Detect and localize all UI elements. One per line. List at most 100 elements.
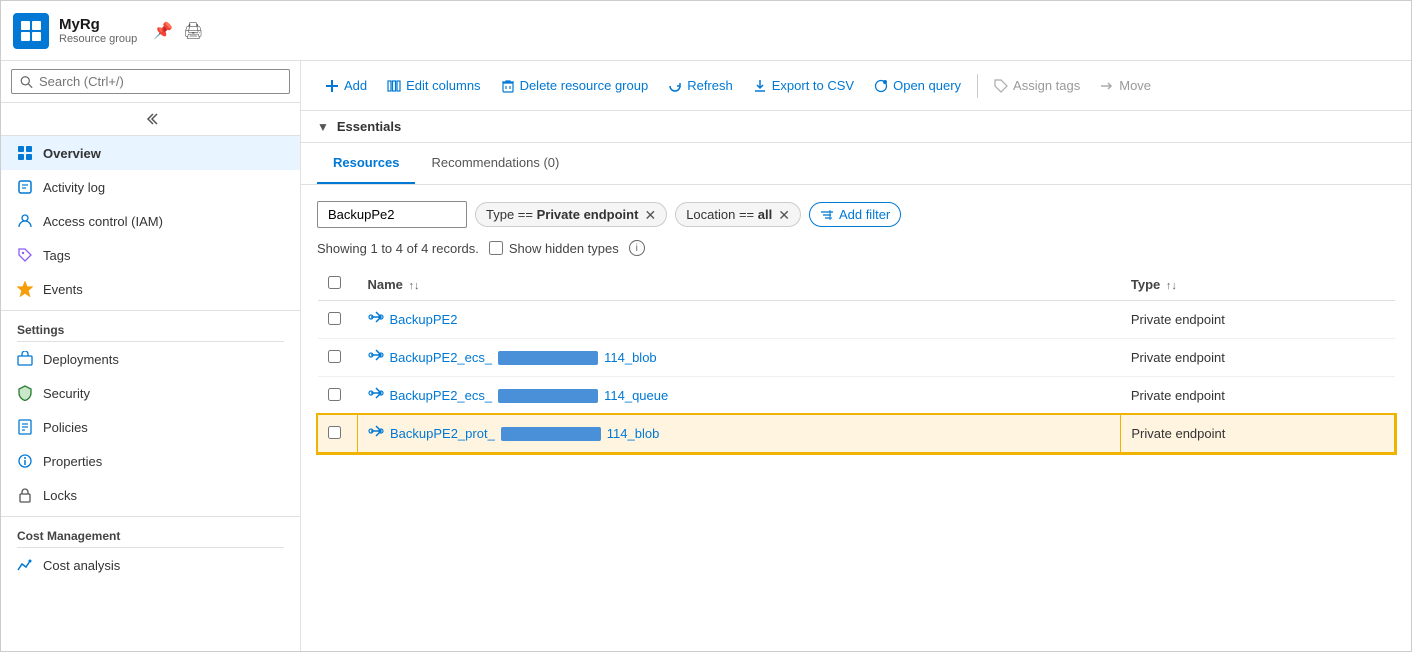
type-filter-chip: Type == Private endpoint ✕	[475, 202, 667, 227]
add-button[interactable]: Add	[317, 73, 375, 98]
move-button[interactable]: Move	[1092, 73, 1159, 98]
app-title: MyRg Resource group	[59, 16, 137, 45]
table-row: BackupPE2_prot_ 114_blob Private endpoint	[318, 415, 1395, 453]
select-all-header[interactable]	[318, 268, 358, 301]
row1-checkbox[interactable]	[328, 312, 341, 325]
row4-name-cell: BackupPE2_prot_ 114_blob	[358, 415, 1121, 453]
sidebar-label-activity-log: Activity log	[43, 180, 105, 195]
sidebar-label-properties: Properties	[43, 454, 102, 469]
row4-type: Private endpoint	[1131, 426, 1225, 441]
tab-recommendations[interactable]: Recommendations (0)	[415, 143, 575, 184]
row1-name-cell: BackupPE2	[358, 301, 1121, 339]
row3-name-prefix: BackupPE2_ecs_	[390, 388, 493, 403]
row4-name-prefix: BackupPE2_prot_	[390, 426, 495, 441]
essentials-chevron-icon: ▼	[317, 120, 329, 134]
table-row: BackupPE2_ecs_114_blob Private endpoint	[318, 339, 1395, 377]
row3-type: Private endpoint	[1131, 388, 1225, 403]
sidebar-item-security[interactable]: Security	[1, 376, 300, 410]
select-all-checkbox[interactable]	[328, 276, 341, 289]
sidebar-item-locks[interactable]: Locks	[1, 478, 300, 512]
essentials-label: Essentials	[337, 119, 401, 134]
name-column-header[interactable]: Name ↑↓	[358, 268, 1121, 301]
location-filter-remove[interactable]: ✕	[778, 208, 790, 222]
delete-button[interactable]: Delete resource group	[493, 73, 657, 98]
records-info: Showing 1 to 4 of 4 records. Show hidden…	[317, 240, 1395, 256]
cost-analysis-icon	[17, 557, 33, 573]
resources-panel: Type == Private endpoint ✕ Location == a…	[301, 185, 1411, 651]
add-filter-button[interactable]: Add filter	[809, 202, 901, 227]
show-hidden-checkbox[interactable]	[489, 241, 503, 255]
row3-checkbox[interactable]	[328, 388, 341, 401]
private-endpoint-icon	[368, 309, 384, 330]
resource-group-name: MyRg	[59, 16, 137, 33]
policies-icon	[17, 419, 33, 435]
hidden-types-info-icon[interactable]: i	[629, 240, 645, 256]
private-endpoint-icon-2	[368, 347, 384, 368]
tab-resources[interactable]: Resources	[317, 143, 415, 184]
toolbar: Add Edit columns	[301, 61, 1411, 111]
trash-icon	[501, 79, 515, 93]
security-icon	[17, 385, 33, 401]
pin-icon[interactable]: 📌	[153, 21, 173, 41]
export-csv-button[interactable]: Export to CSV	[745, 73, 862, 98]
overview-icon	[17, 145, 33, 161]
row3-redacted	[498, 389, 598, 403]
row4-name-suffix: 114_blob	[607, 426, 660, 441]
row2-link[interactable]: BackupPE2_ecs_114_blob	[368, 347, 1111, 368]
sidebar-collapse-btn[interactable]	[1, 103, 300, 136]
filter-search-input[interactable]	[317, 201, 467, 228]
sidebar-item-deployments[interactable]: Deployments	[1, 342, 300, 376]
sidebar-item-policies[interactable]: Policies	[1, 410, 300, 444]
sidebar-item-activity-log[interactable]: Activity log	[1, 170, 300, 204]
row2-name-suffix: 114_blob	[604, 350, 657, 365]
table-row: BackupPE2 Private endpoint	[318, 301, 1395, 339]
refresh-button[interactable]: Refresh	[660, 73, 741, 98]
row2-checkbox[interactable]	[328, 350, 341, 363]
show-hidden-label[interactable]: Show hidden types	[489, 241, 619, 256]
open-query-button[interactable]: Open query	[866, 73, 969, 98]
row2-checkbox-cell[interactable]	[318, 339, 358, 377]
row4-link[interactable]: BackupPE2_prot_ 114_blob	[368, 423, 1110, 444]
sidebar-item-properties[interactable]: Properties	[1, 444, 300, 478]
sidebar-label-deployments: Deployments	[43, 352, 119, 367]
row1-checkbox-cell[interactable]	[318, 301, 358, 339]
print-icon[interactable]: 🖨	[183, 21, 203, 41]
arrow-right-icon	[1100, 79, 1114, 93]
iam-icon	[17, 213, 33, 229]
sidebar-item-cost-analysis[interactable]: Cost analysis	[1, 548, 300, 582]
export-icon	[753, 79, 767, 93]
edit-columns-button[interactable]: Edit columns	[379, 73, 488, 98]
sidebar-label-cost-analysis: Cost analysis	[43, 558, 120, 573]
row1-link[interactable]: BackupPE2	[368, 309, 1111, 330]
row4-checkbox[interactable]	[328, 426, 341, 439]
sidebar-label-iam: Access control (IAM)	[43, 214, 163, 229]
row2-redacted	[498, 351, 598, 365]
filter-bar: Type == Private endpoint ✕ Location == a…	[317, 201, 1395, 228]
sidebar-search-area[interactable]	[1, 61, 300, 103]
columns-icon	[387, 79, 401, 93]
type-column-header[interactable]: Type ↑↓	[1121, 268, 1395, 301]
type-filter-remove[interactable]: ✕	[644, 208, 656, 222]
row4-redacted	[501, 427, 601, 441]
refresh-icon	[668, 79, 682, 93]
search-input[interactable]	[39, 74, 281, 89]
query-icon	[874, 79, 888, 93]
row4-checkbox-cell[interactable]	[318, 415, 358, 453]
sidebar-label-overview: Overview	[43, 146, 101, 161]
assign-tags-button[interactable]: Assign tags	[986, 73, 1088, 98]
row1-type-cell: Private endpoint	[1121, 301, 1395, 339]
essentials-bar[interactable]: ▼ Essentials	[301, 111, 1411, 143]
plus-icon	[325, 79, 339, 93]
sidebar-search-box[interactable]	[11, 69, 290, 94]
sidebar-nav: Overview Activity log	[1, 136, 300, 651]
sidebar-label-security: Security	[43, 386, 90, 401]
sidebar-item-tags[interactable]: Tags	[1, 238, 300, 272]
sidebar-item-events[interactable]: Events	[1, 272, 300, 306]
sidebar-item-iam[interactable]: Access control (IAM)	[1, 204, 300, 238]
private-endpoint-icon-3	[368, 385, 384, 406]
row3-link[interactable]: BackupPE2_ecs_114_queue	[368, 385, 1111, 406]
sidebar-item-overview[interactable]: Overview	[1, 136, 300, 170]
resource-group-subtitle: Resource group	[59, 33, 137, 45]
table-row: BackupPE2_ecs_114_queue Private endpoint	[318, 377, 1395, 415]
row3-checkbox-cell[interactable]	[318, 377, 358, 415]
